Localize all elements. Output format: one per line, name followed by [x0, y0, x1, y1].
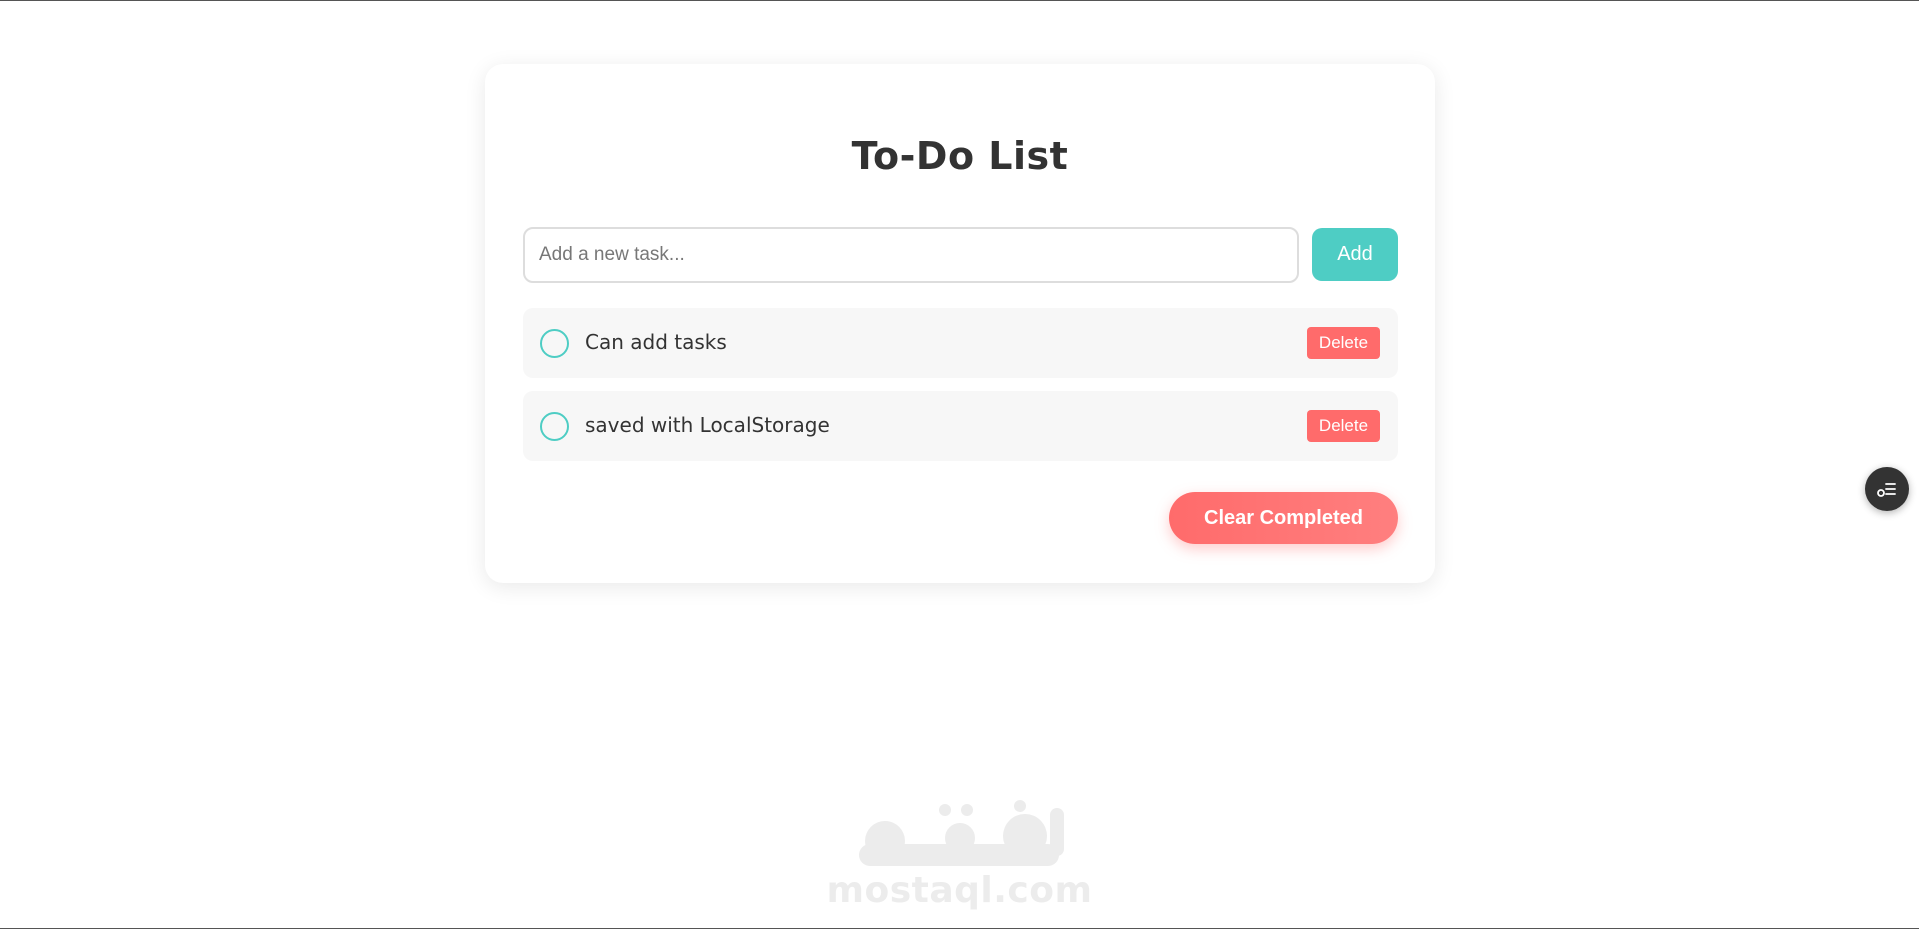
task-item: Can add tasks Delete	[523, 308, 1398, 378]
list-settings-icon	[1877, 483, 1896, 497]
watermark-text: mostaql.com	[826, 870, 1093, 911]
circle-checkbox-icon[interactable]	[540, 412, 569, 441]
task-text: saved with LocalStorage	[585, 413, 830, 437]
watermark: mostaql.com	[0, 796, 1919, 911]
page-title: To-Do List	[851, 134, 1069, 178]
circle-checkbox-icon[interactable]	[540, 329, 569, 358]
delete-task-button[interactable]: Delete	[1307, 327, 1380, 359]
new-task-input[interactable]	[523, 227, 1299, 283]
task-text: Can add tasks	[585, 330, 727, 354]
todo-card: To-Do List Add Can add tasks Delete save…	[485, 64, 1435, 583]
mostaql-logo	[858, 800, 1064, 866]
side-menu-button[interactable]	[1865, 467, 1909, 511]
clear-completed-button[interactable]: Clear Completed	[1169, 492, 1398, 544]
add-task-button[interactable]: Add	[1312, 228, 1398, 281]
delete-task-button[interactable]: Delete	[1307, 410, 1380, 442]
task-item: saved with LocalStorage Delete	[523, 391, 1398, 461]
